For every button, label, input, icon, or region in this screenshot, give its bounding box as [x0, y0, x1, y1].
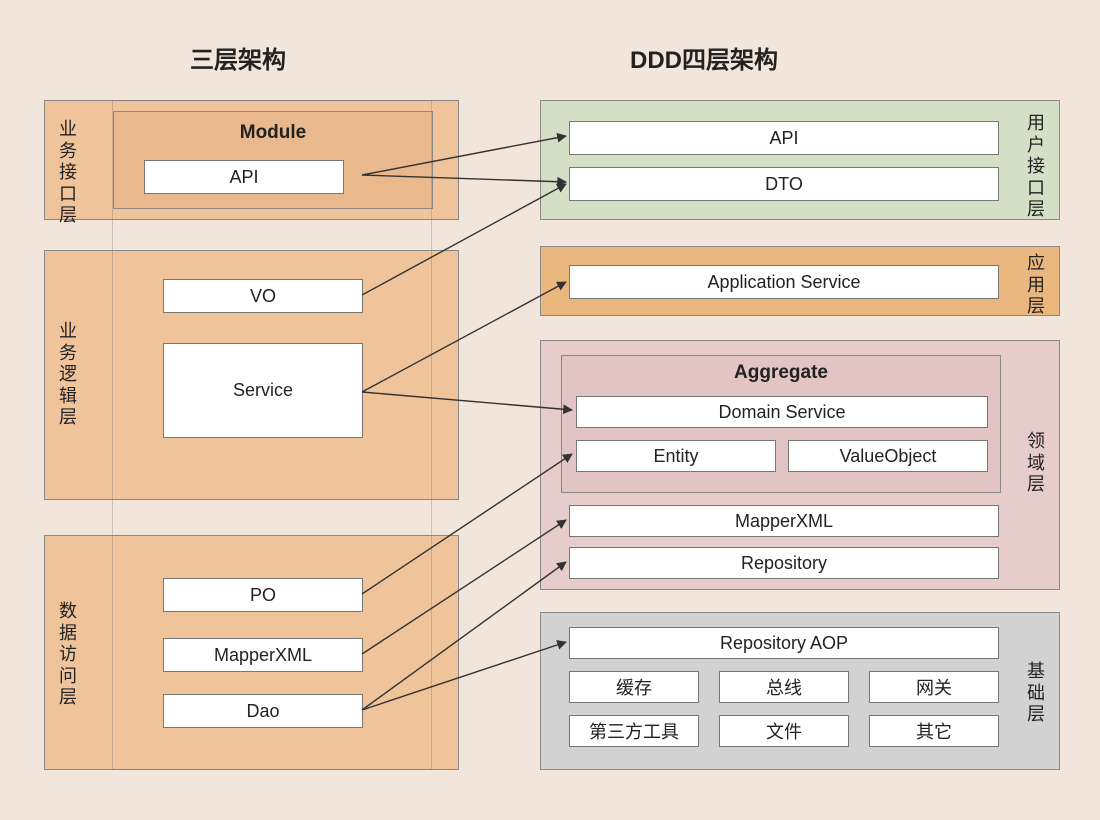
- left-layer-2: 业务逻辑层 VO Service: [44, 250, 459, 500]
- left-layer-3-label: 数据访问层: [57, 601, 79, 709]
- right-layer-4-label: 基础层: [1025, 661, 1047, 726]
- right-valueobject-box: ValueObject: [788, 440, 988, 472]
- left-dao-box: Dao: [163, 694, 363, 728]
- right-gateway-box: 网关: [869, 671, 999, 703]
- left-po-box: PO: [163, 578, 363, 612]
- right-layer-2: Application Service 应用层: [540, 246, 1060, 316]
- left-api-box: API: [144, 160, 344, 194]
- right-dto-box: DTO: [569, 167, 999, 201]
- left-mapper-box: MapperXML: [163, 638, 363, 672]
- left-layer-3: 数据访问层 PO MapperXML Dao: [44, 535, 459, 770]
- right-thirdparty-box: 第三方工具: [569, 715, 699, 747]
- right-aggregate-box: Aggregate Domain Service Entity ValueObj…: [561, 355, 1001, 493]
- left-module-box: Module API: [113, 111, 433, 209]
- right-file-box: 文件: [719, 715, 849, 747]
- right-api-box: API: [569, 121, 999, 155]
- right-repo-box: Repository: [569, 547, 999, 579]
- left-layer-2-label: 业务逻辑层: [57, 321, 79, 429]
- right-layer-2-label: 应用层: [1025, 253, 1047, 318]
- right-other-box: 其它: [869, 715, 999, 747]
- left-layer-1-label: 业务接口层: [57, 119, 79, 227]
- title-left: 三层架构: [190, 40, 286, 75]
- right-layer-4: 基础层 Repository AOP 缓存 总线 网关 第三方工具 文件 其它: [540, 612, 1060, 770]
- right-repoaop-box: Repository AOP: [569, 627, 999, 659]
- right-layer-3: 领域层 Aggregate Domain Service Entity Valu…: [540, 340, 1060, 590]
- left-layer-1: 业务接口层 Module API: [44, 100, 459, 220]
- title-right: DDD四层架构: [630, 40, 778, 75]
- right-layer-1: API DTO 用户接口层: [540, 100, 1060, 220]
- right-aggregate-title: Aggregate: [562, 362, 1000, 384]
- left-vo-box: VO: [163, 279, 363, 313]
- right-layer-1-label: 用户接口层: [1025, 113, 1047, 221]
- left-module-title: Module: [114, 122, 432, 144]
- right-cache-box: 缓存: [569, 671, 699, 703]
- right-appservice-box: Application Service: [569, 265, 999, 299]
- right-layer-3-label: 领域层: [1025, 431, 1047, 496]
- right-entity-box: Entity: [576, 440, 776, 472]
- right-mapper-box: MapperXML: [569, 505, 999, 537]
- left-service-box: Service: [163, 343, 363, 438]
- right-bus-box: 总线: [719, 671, 849, 703]
- right-domainservice-box: Domain Service: [576, 396, 988, 428]
